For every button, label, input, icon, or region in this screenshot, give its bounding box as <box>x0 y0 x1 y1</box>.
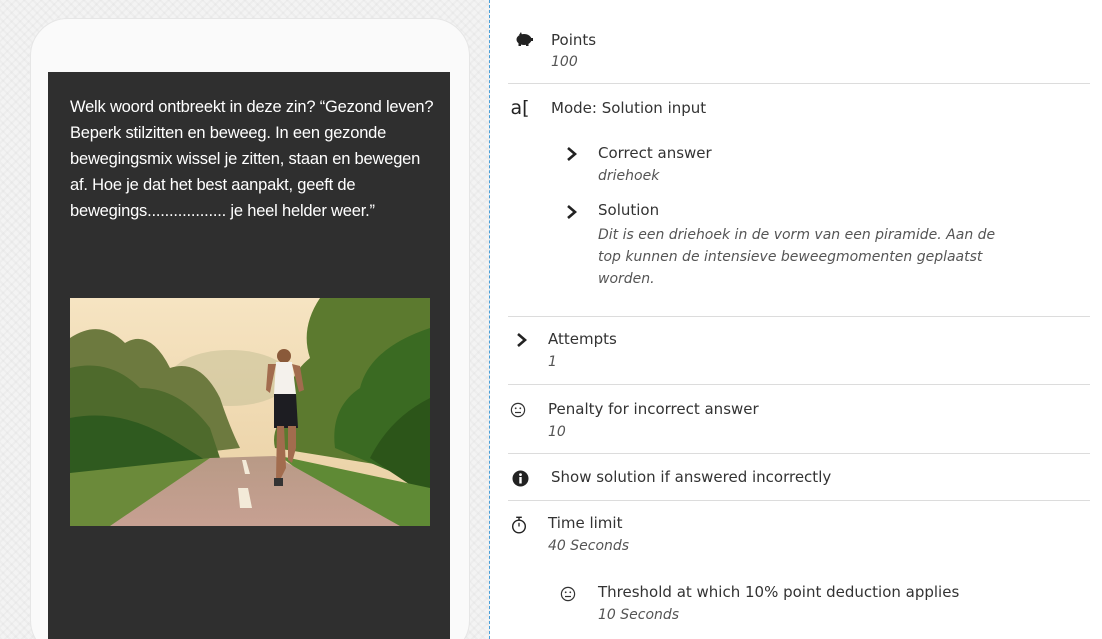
threshold-label: Threshold at which 10% point deduction a… <box>598 583 960 601</box>
text-input-icon: a[ <box>510 97 530 119</box>
time-limit-value: 40 Seconds <box>548 538 630 554</box>
mode-row[interactable]: a[ Mode: Solution input Correct answer d… <box>508 84 1090 317</box>
attempts-row[interactable]: Attempts 1 <box>508 317 1090 385</box>
chevron-right-icon[interactable] <box>564 204 580 220</box>
show-solution-label: Show solution if answered incorrectly <box>551 468 832 486</box>
threshold-value: 10 Seconds <box>598 607 680 623</box>
sad-face-icon <box>558 584 578 604</box>
time-limit-row[interactable]: Time limit 40 Seconds Threshold at which… <box>508 501 1090 639</box>
points-row[interactable]: Points 100 <box>508 0 1090 84</box>
chevron-right-icon[interactable] <box>564 146 580 162</box>
panel-divider <box>489 0 490 639</box>
correct-answer-label: Correct answer <box>598 144 712 162</box>
sad-face-icon <box>508 400 528 420</box>
penalty-label: Penalty for incorrect answer <box>548 400 759 418</box>
show-solution-row[interactable]: Show solution if answered incorrectly <box>508 454 1090 501</box>
attempts-value: 1 <box>548 354 557 370</box>
solution-line: top kunnen de intensieve beweegmomenten … <box>598 249 983 265</box>
runner-photo-illustration <box>70 298 430 526</box>
preview-panel: Welk woord ontbreekt in deze zin? “Gezon… <box>0 0 490 639</box>
mode-label: Mode: Solution input <box>551 99 707 117</box>
correct-answer-value: driehoek <box>598 168 660 184</box>
attempts-label: Attempts <box>548 330 617 348</box>
chevron-right-icon[interactable] <box>514 332 530 348</box>
solution-value: Dit is een driehoek in de vorm van een p… <box>598 224 1088 290</box>
runner-photo <box>70 298 430 526</box>
points-label: Points <box>551 31 597 49</box>
penalty-row[interactable]: Penalty for incorrect answer 10 <box>508 385 1090 454</box>
solution-line: worden. <box>598 271 655 287</box>
solution-label: Solution <box>598 201 660 219</box>
question-text: Welk woord ontbreekt in deze zin? “Gezon… <box>70 98 434 220</box>
penalty-value: 10 <box>548 424 566 440</box>
piggy-bank-icon <box>514 29 534 49</box>
time-limit-label: Time limit <box>548 514 623 532</box>
info-icon <box>510 468 530 488</box>
stopwatch-icon <box>509 515 529 535</box>
points-value: 100 <box>551 54 578 70</box>
solution-line: Dit is een driehoek in de vorm van een p… <box>598 227 996 243</box>
